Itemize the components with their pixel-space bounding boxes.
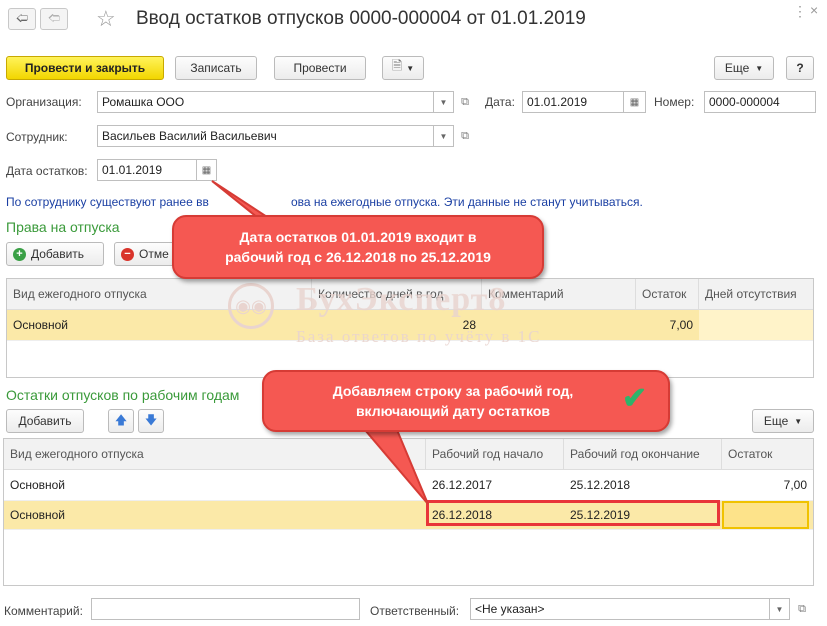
callout-pointers (211, 180, 429, 505)
callout-1: Дата остатков 01.01.2019 входит в рабочи… (172, 215, 544, 279)
callout-2: Добавляем строку за рабочий год, включаю… (262, 370, 670, 432)
checkmark-icon: ✔ (622, 382, 648, 415)
